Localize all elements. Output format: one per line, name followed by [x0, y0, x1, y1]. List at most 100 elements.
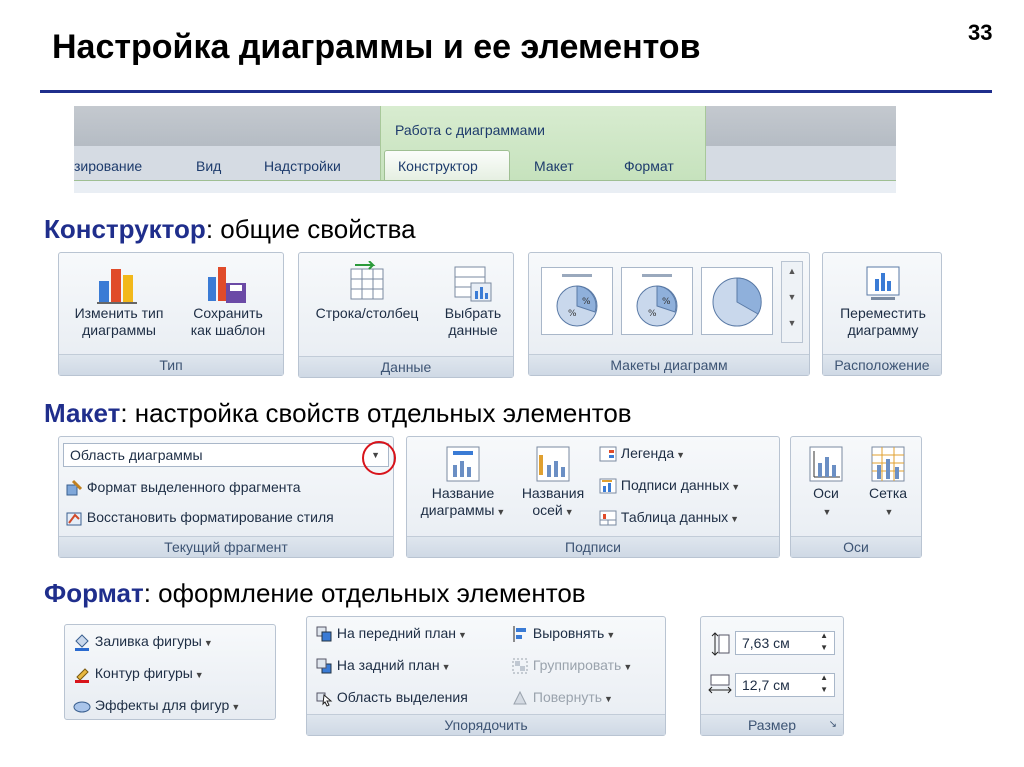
group-chart-layouts-label: Макеты диаграмм	[529, 354, 809, 375]
section-constructor-heading: Конструктор: общие свойства	[44, 214, 416, 245]
gridlines-dropdown-icon[interactable]: ▼	[885, 507, 894, 517]
paint-bucket-icon	[75, 634, 89, 652]
send-to-back-dropdown-icon[interactable]: ▼	[442, 662, 451, 672]
gridlines-icon	[871, 446, 905, 482]
shape-effects-dropdown-icon[interactable]: ▼	[231, 702, 240, 712]
axes-dropdown-icon[interactable]: ▼	[823, 507, 832, 517]
legend-icon	[599, 446, 617, 462]
reset-style-button[interactable]: Восстановить форматирование стиля	[65, 509, 334, 527]
align-dropdown-icon[interactable]: ▼	[606, 630, 615, 640]
pie-chart-layout-icon: % %	[556, 274, 598, 327]
width-icon	[708, 674, 732, 694]
select-data-line2: данные	[448, 322, 498, 338]
section-layout-heading: Макет: настройка свойств отдельных элеме…	[44, 398, 632, 429]
rotate-button[interactable]: Повернуть ▼	[511, 689, 613, 707]
axis-titles-dropdown-icon[interactable]: ▼	[565, 507, 574, 517]
format-selection-icon	[66, 480, 83, 496]
size-dialog-launcher-icon[interactable]: ↘	[829, 715, 837, 735]
tab-layout[interactable]: Макет	[534, 158, 574, 174]
group-labels: Название диаграммы ▼ Названия осей ▼ Леген…	[406, 436, 780, 558]
axis-titles-button[interactable]: Названия осей ▼	[513, 445, 593, 521]
selection-pane-button[interactable]: Область выделения	[315, 689, 468, 707]
group-objects-button[interactable]: Группировать ▼	[511, 657, 632, 675]
data-labels-button[interactable]: Подписи данных ▼	[599, 477, 740, 495]
axes-button[interactable]: Оси ▼	[797, 445, 855, 521]
gridlines-button[interactable]: Сетка ▼	[857, 445, 919, 521]
shape-fill-button[interactable]: Заливка фигуры ▼	[73, 633, 213, 652]
highlight-circle	[362, 441, 396, 475]
chart-elements-dropdown[interactable]: Область диаграммы ▼	[63, 443, 389, 467]
reset-style-icon	[66, 512, 82, 526]
height-input[interactable]: 7,63 см ▲ ▼	[735, 631, 835, 655]
legend-button[interactable]: Легенда ▼	[599, 445, 685, 463]
send-to-back-button[interactable]: На задний план ▼	[315, 657, 451, 675]
ribbon-tab-strip: Работа с диаграммами зирование Вид Надст…	[74, 106, 896, 193]
data-table-label: Таблица данных	[620, 509, 729, 525]
pencil-icon	[75, 668, 89, 684]
width-spin-icon[interactable]: ▲ ▼	[820, 672, 828, 696]
width-value: 12,7 см	[742, 677, 790, 693]
chart-title-button[interactable]: Название диаграммы ▼	[413, 445, 513, 521]
shape-effects-button[interactable]: Эффекты для фигур ▼	[73, 697, 240, 715]
send-to-back-label: На задний план	[336, 657, 440, 673]
width-input[interactable]: 12,7 см ▲ ▼	[735, 673, 835, 697]
group-location-label: Расположение	[823, 354, 941, 375]
bring-to-front-button[interactable]: На передний план ▼	[315, 625, 467, 643]
group-chart-layouts: % % % % ▲ ▼ ▼ Макеты диаграмм	[528, 252, 810, 376]
group-current-fragment: Область диаграммы ▼ Формат выделенного ф…	[58, 436, 394, 558]
select-data-line1: Выбрать	[444, 305, 502, 321]
group-axes-label: Оси	[791, 536, 921, 557]
chart-elements-dropdown-value: Область диаграммы	[70, 447, 203, 463]
tab-view[interactable]: Вид	[196, 158, 221, 174]
switch-row-column-icon	[350, 261, 384, 300]
tab-constructor[interactable]: Конструктор	[398, 158, 478, 174]
shape-outline-button[interactable]: Контур фигуры ▼	[73, 665, 204, 684]
chart-layout-thumb-3[interactable]	[701, 267, 773, 335]
legend-dropdown-icon[interactable]: ▼	[676, 450, 685, 460]
data-labels-icon	[599, 478, 617, 494]
section-format-text: : оформление отдельных элементов	[143, 578, 586, 608]
bring-to-front-label: На передний план	[336, 625, 457, 641]
tab-review[interactable]: зирование	[74, 158, 142, 174]
chart-title-dropdown-icon[interactable]: ▼	[496, 507, 505, 517]
axes-icon	[809, 446, 843, 482]
more-layouts-icon[interactable]: ▼	[782, 318, 802, 328]
height-spin-icon[interactable]: ▲ ▼	[820, 630, 828, 654]
data-labels-dropdown-icon[interactable]: ▼	[731, 482, 740, 492]
change-chart-type-button[interactable]: Изменить тип диаграммы	[63, 261, 175, 339]
format-selection-button[interactable]: Формат выделенного фрагмента	[65, 479, 301, 497]
move-chart-button[interactable]: Переместить диаграмму	[825, 261, 941, 339]
data-table-dropdown-icon[interactable]: ▼	[730, 514, 739, 524]
save-template-line2: как шаблон	[190, 322, 266, 338]
layouts-scrollbar[interactable]: ▲ ▼ ▼	[781, 261, 803, 343]
select-data-button[interactable]: Выбрать данные	[433, 261, 513, 339]
height-value: 7,63 см	[742, 635, 790, 651]
save-as-template-button[interactable]: Сохранить как шаблон	[175, 261, 281, 339]
data-table-button[interactable]: Таблица данных ▼	[599, 509, 739, 527]
tab-format[interactable]: Формат	[624, 158, 674, 174]
shape-fill-dropdown-icon[interactable]: ▼	[204, 638, 213, 648]
pie-chart-plain-layout-icon	[712, 277, 762, 327]
rotate-dropdown-icon[interactable]: ▼	[604, 694, 613, 704]
scroll-up-icon[interactable]: ▲	[782, 266, 802, 276]
shape-fill-label: Заливка фигуры	[94, 633, 202, 649]
chart-title-line2: диаграммы	[420, 502, 495, 518]
bring-to-front-dropdown-icon[interactable]: ▼	[458, 630, 467, 640]
bring-front-icon	[316, 626, 332, 642]
shape-outline-dropdown-icon[interactable]: ▼	[195, 670, 204, 680]
switch-row-column-button[interactable]: Строка/столбец	[303, 261, 431, 322]
chart-layout-thumb-1[interactable]: % %	[541, 267, 613, 335]
format-selection-label: Формат выделенного фрагмента	[86, 479, 301, 495]
selection-pane-label: Область выделения	[336, 689, 468, 705]
scroll-down-icon[interactable]: ▼	[782, 292, 802, 302]
rotate-icon	[513, 691, 527, 705]
group-objects-dropdown-icon[interactable]: ▼	[623, 662, 632, 672]
page-number: 33	[968, 20, 993, 45]
legend-label: Легенда	[620, 445, 675, 461]
group-type-label: Тип	[59, 354, 283, 375]
align-label: Выровнять	[532, 625, 605, 641]
section-layout-key: Макет	[44, 398, 121, 428]
align-button[interactable]: Выровнять ▼	[511, 625, 615, 643]
chart-layout-thumb-2[interactable]: % %	[621, 267, 693, 335]
tab-addins[interactable]: Надстройки	[264, 158, 341, 174]
